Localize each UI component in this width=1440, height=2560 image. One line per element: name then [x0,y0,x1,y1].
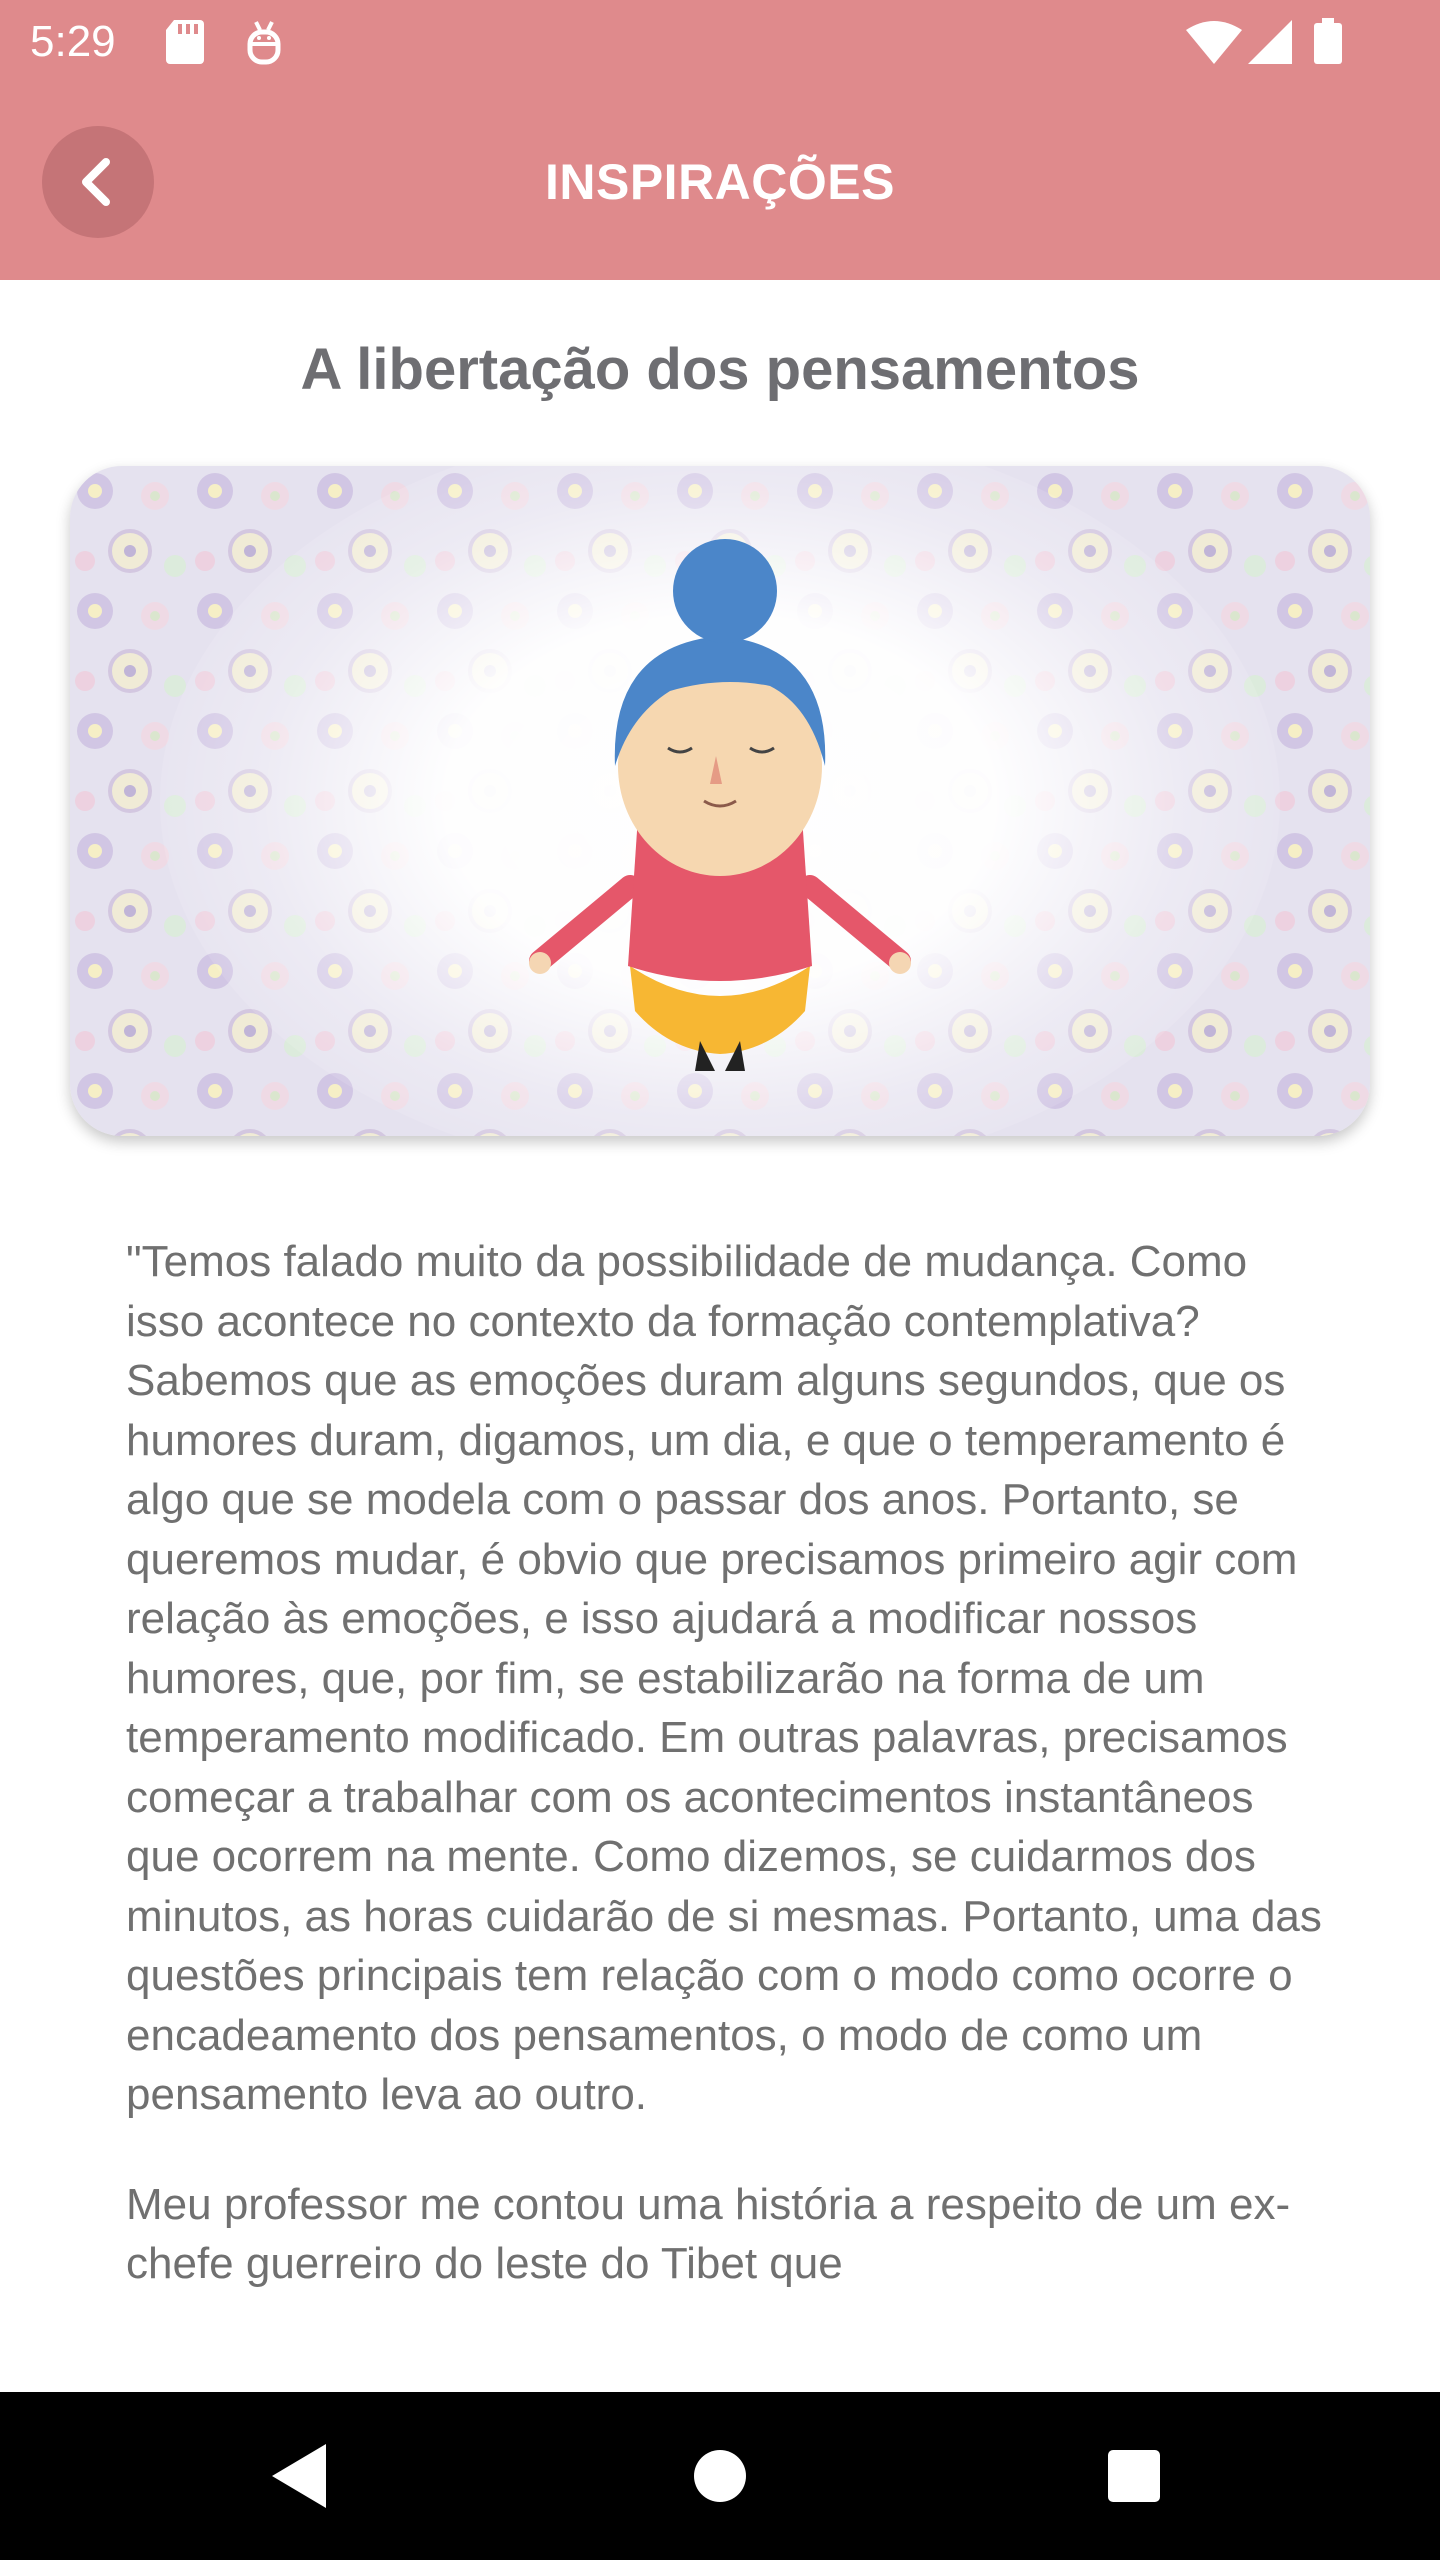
app-bar: INSPIRAÇÕES [0,84,1440,280]
system-nav-bar [0,2392,1440,2560]
android-icon [244,20,284,66]
article-title: A libertação dos pensamentos [300,337,1140,402]
wifi-icon [1186,20,1242,64]
recents-square-icon [1108,2450,1160,2502]
article-paragraph-1: "Temos falado muito da possibilidade de … [126,1237,1322,2119]
article-body: "Temos falado muito da possibilidade de … [126,1232,1336,2344]
page-title: INSPIRAÇÕES [544,154,895,210]
nav-home-button[interactable] [680,2436,760,2516]
nav-recents-button[interactable] [1094,2436,1174,2516]
signal-icon [1248,20,1292,64]
article-illustration [70,466,1370,1136]
status-time: 5:29 [30,17,116,66]
sd-card-icon [166,20,204,64]
back-triangle-icon [272,2444,326,2508]
nav-back-button[interactable] [262,2436,342,2516]
home-circle-icon [694,2450,746,2502]
battery-icon [1314,18,1342,64]
article-scroll-area[interactable]: A libertação dos pensamentos "Temos fala… [0,280,1440,2392]
status-bar: 5:29 [0,0,1440,84]
article-paragraph-2: Meu professor me contou uma história a r… [126,2179,1291,2289]
